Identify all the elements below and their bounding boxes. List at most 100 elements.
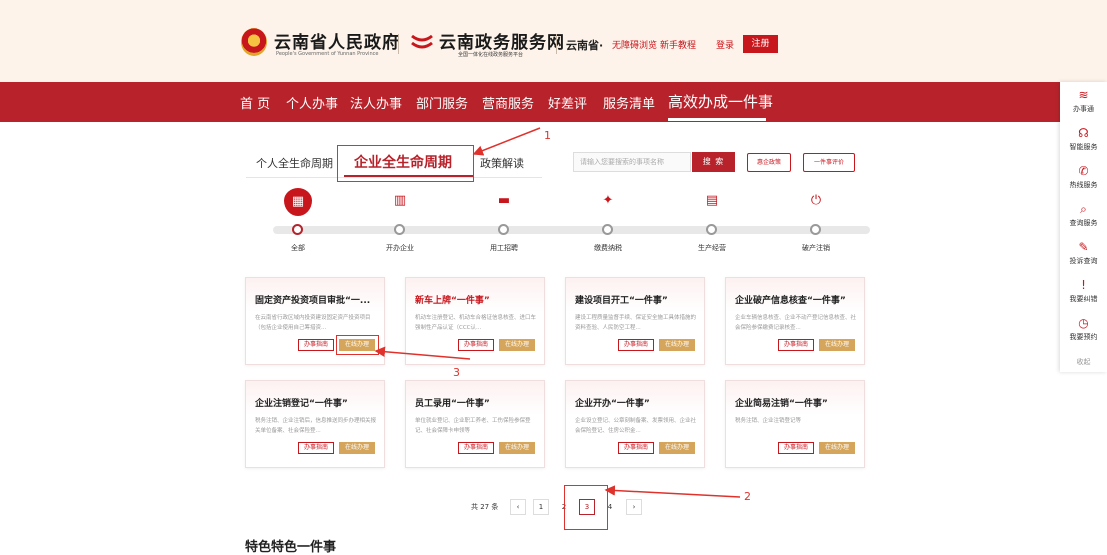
stage-all-dot[interactable] bbox=[292, 224, 303, 235]
register-button[interactable]: 注册 bbox=[743, 35, 778, 53]
sidebar-item-label: 办事通 bbox=[1073, 105, 1094, 113]
search-input[interactable]: 请输入您要搜索的事项名称 bbox=[573, 152, 691, 172]
pager-prev-button[interactable]: ‹ bbox=[510, 499, 526, 515]
phone-icon: ✆ bbox=[1078, 164, 1089, 178]
sidebar-item-appointment[interactable]: ◷ 我要预约 bbox=[1060, 316, 1107, 342]
guide-button[interactable]: 办事指南 bbox=[778, 442, 814, 454]
nav-active-underline bbox=[668, 118, 766, 121]
service-card[interactable]: 企业破产信息核查“一件事” 企业车辆信息核查、企业不动产登记信息核查、社会保险参… bbox=[725, 277, 865, 365]
stage-all-label[interactable]: 全部 bbox=[258, 243, 338, 253]
online-apply-button[interactable]: 在线办理 bbox=[659, 442, 695, 454]
stage-startup-label[interactable]: 开办企业 bbox=[360, 243, 440, 253]
service-card[interactable]: 员工录用“一件事” 单位就业登记、企业职工养老、工伤保险参保登记、社会保障卡申领… bbox=[405, 380, 545, 468]
card-title[interactable]: 建设项目开工“一件事” bbox=[575, 293, 700, 306]
section-title: 特色特色一件事 bbox=[245, 540, 337, 555]
guide-button[interactable]: 办事指南 bbox=[618, 442, 654, 454]
tab-policy[interactable]: 政策解读 bbox=[480, 155, 524, 171]
nav-item-one-thing[interactable]: 高效办成一件事 bbox=[668, 91, 773, 112]
nav-item-business[interactable]: 营商服务 bbox=[482, 93, 534, 112]
accessible-link[interactable]: 无障碍浏览 bbox=[612, 38, 657, 51]
sidebar-collapse[interactable]: 收起 bbox=[1060, 355, 1107, 367]
nav-item-personal[interactable]: 个人办事 bbox=[286, 93, 338, 112]
card-title[interactable]: 企业破产信息核查“一件事” bbox=[735, 293, 860, 306]
nav-item-evaluation[interactable]: 好差评 bbox=[548, 93, 587, 112]
search-button[interactable]: 搜 索 bbox=[692, 152, 735, 172]
online-apply-button[interactable]: 在线办理 bbox=[819, 442, 855, 454]
sidebar-item-banshitong[interactable]: ≋ 办事通 bbox=[1060, 88, 1107, 114]
service-card[interactable]: 企业开办“一件事” 企业设立登记、公章刻制备案、发票领用、企业社会保险登记、住房… bbox=[565, 380, 705, 468]
guide-button[interactable]: 办事指南 bbox=[778, 339, 814, 351]
login-link[interactable]: 登录 bbox=[716, 38, 734, 51]
nav-item-corporate[interactable]: 法人办事 bbox=[350, 93, 402, 112]
service-card[interactable]: 企业注销登记“一件事” 税务注销、企业注销后，信息推送同步办理相关报关单位备案、… bbox=[245, 380, 385, 468]
card-description: 在云南省行政区域内投资建设固定资产投资项目（包括企业使用自己筹措资... bbox=[255, 315, 371, 331]
card-title[interactable]: 员工录用“一件事” bbox=[415, 396, 540, 409]
clock-icon: ◷ bbox=[1078, 316, 1089, 330]
online-apply-button[interactable]: 在线办理 bbox=[499, 339, 535, 351]
online-apply-button[interactable]: 在线办理 bbox=[819, 339, 855, 351]
sidebar-item-correction[interactable]: ! 我要纠错 bbox=[1060, 278, 1107, 304]
online-apply-button[interactable]: 在线办理 bbox=[339, 442, 375, 454]
nav-item-department[interactable]: 部门服务 bbox=[416, 93, 468, 112]
service-card[interactable]: 企业简易注销“一件事” 税务注销、企业注销登记等 办事指南 在线办理 bbox=[725, 380, 865, 468]
sidebar-item-label: 我要纠错 bbox=[1069, 295, 1098, 303]
evaluate-button[interactable]: 一件事评价 bbox=[803, 153, 855, 172]
service-card[interactable]: 建设项目开工“一件事” 建设工程质量监督手续、保证安全施工具体措施的资料查验、人… bbox=[565, 277, 705, 365]
stage-hiring-icon[interactable]: ▬ bbox=[490, 188, 518, 214]
sidebar-item-hotline[interactable]: ✆ 热线服务 bbox=[1060, 164, 1107, 190]
stage-operation-label[interactable]: 生产经营 bbox=[672, 243, 752, 253]
service-card[interactable]: 新车上牌“一件事” 机动车注册登记、机动车合格证信息核查、进口车强制性产品认证（… bbox=[405, 277, 545, 365]
stage-closure-dot[interactable] bbox=[810, 224, 821, 235]
stage-closure-label[interactable]: 破产注销 bbox=[776, 243, 856, 253]
stage-tax-dot[interactable] bbox=[602, 224, 613, 235]
policy-button[interactable]: 惠企政策 bbox=[747, 153, 791, 172]
stage-hiring-dot[interactable] bbox=[498, 224, 509, 235]
card-title[interactable]: 新车上牌“一件事” bbox=[415, 293, 540, 306]
nav-item-service-list[interactable]: 服务清单 bbox=[603, 93, 655, 112]
online-apply-button[interactable]: 在线办理 bbox=[659, 339, 695, 351]
guide-button[interactable]: 办事指南 bbox=[298, 442, 334, 454]
annotation-number: 1 bbox=[544, 129, 551, 142]
card-title[interactable]: 企业简易注销“一件事” bbox=[735, 396, 860, 409]
region-selector[interactable]: 云南省· bbox=[566, 37, 603, 53]
stage-operation-icon[interactable]: ▤ bbox=[698, 188, 726, 214]
card-description: 企业设立登记、公章刻制备案、发票领用、企业社会保险登记、住房公积金... bbox=[575, 418, 697, 434]
annotation-box-page bbox=[564, 485, 608, 530]
stage-tax-icon[interactable]: ✦ bbox=[594, 188, 622, 214]
guide-button[interactable]: 办事指南 bbox=[298, 339, 334, 351]
stage-tax-label[interactable]: 缴费纳税 bbox=[568, 243, 648, 253]
card-title[interactable]: 固定资产投资项目审批“一... bbox=[255, 293, 380, 306]
guide-button[interactable]: 办事指南 bbox=[618, 339, 654, 351]
guide-button[interactable]: 办事指南 bbox=[458, 339, 494, 351]
stage-hiring-label[interactable]: 用工招聘 bbox=[464, 243, 544, 253]
stage-all-icon[interactable]: ▦ bbox=[284, 188, 312, 216]
stage-startup-dot[interactable] bbox=[394, 224, 405, 235]
card-title[interactable]: 企业开办“一件事” bbox=[575, 396, 700, 409]
sidebar-item-smart-service[interactable]: ☊ 智能服务 bbox=[1060, 126, 1107, 152]
card-description: 建设工程质量监督手续、保证安全施工具体措施的资料查验、人民防空工程... bbox=[575, 315, 697, 331]
pen-icon: ✎ bbox=[1078, 240, 1089, 254]
stage-closure-icon[interactable]: ⏻ bbox=[802, 188, 830, 214]
stage-startup-icon[interactable]: ▥ bbox=[386, 188, 414, 214]
gov-name[interactable]: 云南省人民政府 bbox=[274, 28, 400, 53]
service-logo-icon bbox=[411, 34, 433, 49]
pager-page-1[interactable]: 1 bbox=[533, 499, 549, 515]
sidebar-item-label: 我要预约 bbox=[1069, 333, 1098, 341]
sidebar-item-complaint[interactable]: ✎ 投诉查询 bbox=[1060, 240, 1107, 266]
tab-personal-lifecycle[interactable]: 个人全生命周期 bbox=[256, 155, 333, 171]
sidebar-item-query[interactable]: ⌕ 查询服务 bbox=[1060, 202, 1107, 228]
pager-total: 共 27 条 bbox=[471, 503, 499, 511]
pager-next-button[interactable]: › bbox=[626, 499, 642, 515]
nav-item-home[interactable]: 首 页 bbox=[240, 93, 270, 112]
online-apply-button[interactable]: 在线办理 bbox=[499, 442, 535, 454]
waves-icon: ≋ bbox=[1078, 88, 1089, 102]
tutorial-link[interactable]: 新手教程 bbox=[660, 38, 696, 51]
sidebar-item-label: 热线服务 bbox=[1069, 181, 1098, 189]
guide-button[interactable]: 办事指南 bbox=[458, 442, 494, 454]
service-site-name[interactable]: 云南政务服务网 bbox=[439, 28, 565, 53]
national-emblem-icon bbox=[241, 28, 267, 56]
card-title[interactable]: 企业注销登记“一件事” bbox=[255, 396, 380, 409]
stage-timeline bbox=[273, 226, 870, 234]
sidebar-item-label: 智能服务 bbox=[1069, 143, 1098, 151]
stage-operation-dot[interactable] bbox=[706, 224, 717, 235]
